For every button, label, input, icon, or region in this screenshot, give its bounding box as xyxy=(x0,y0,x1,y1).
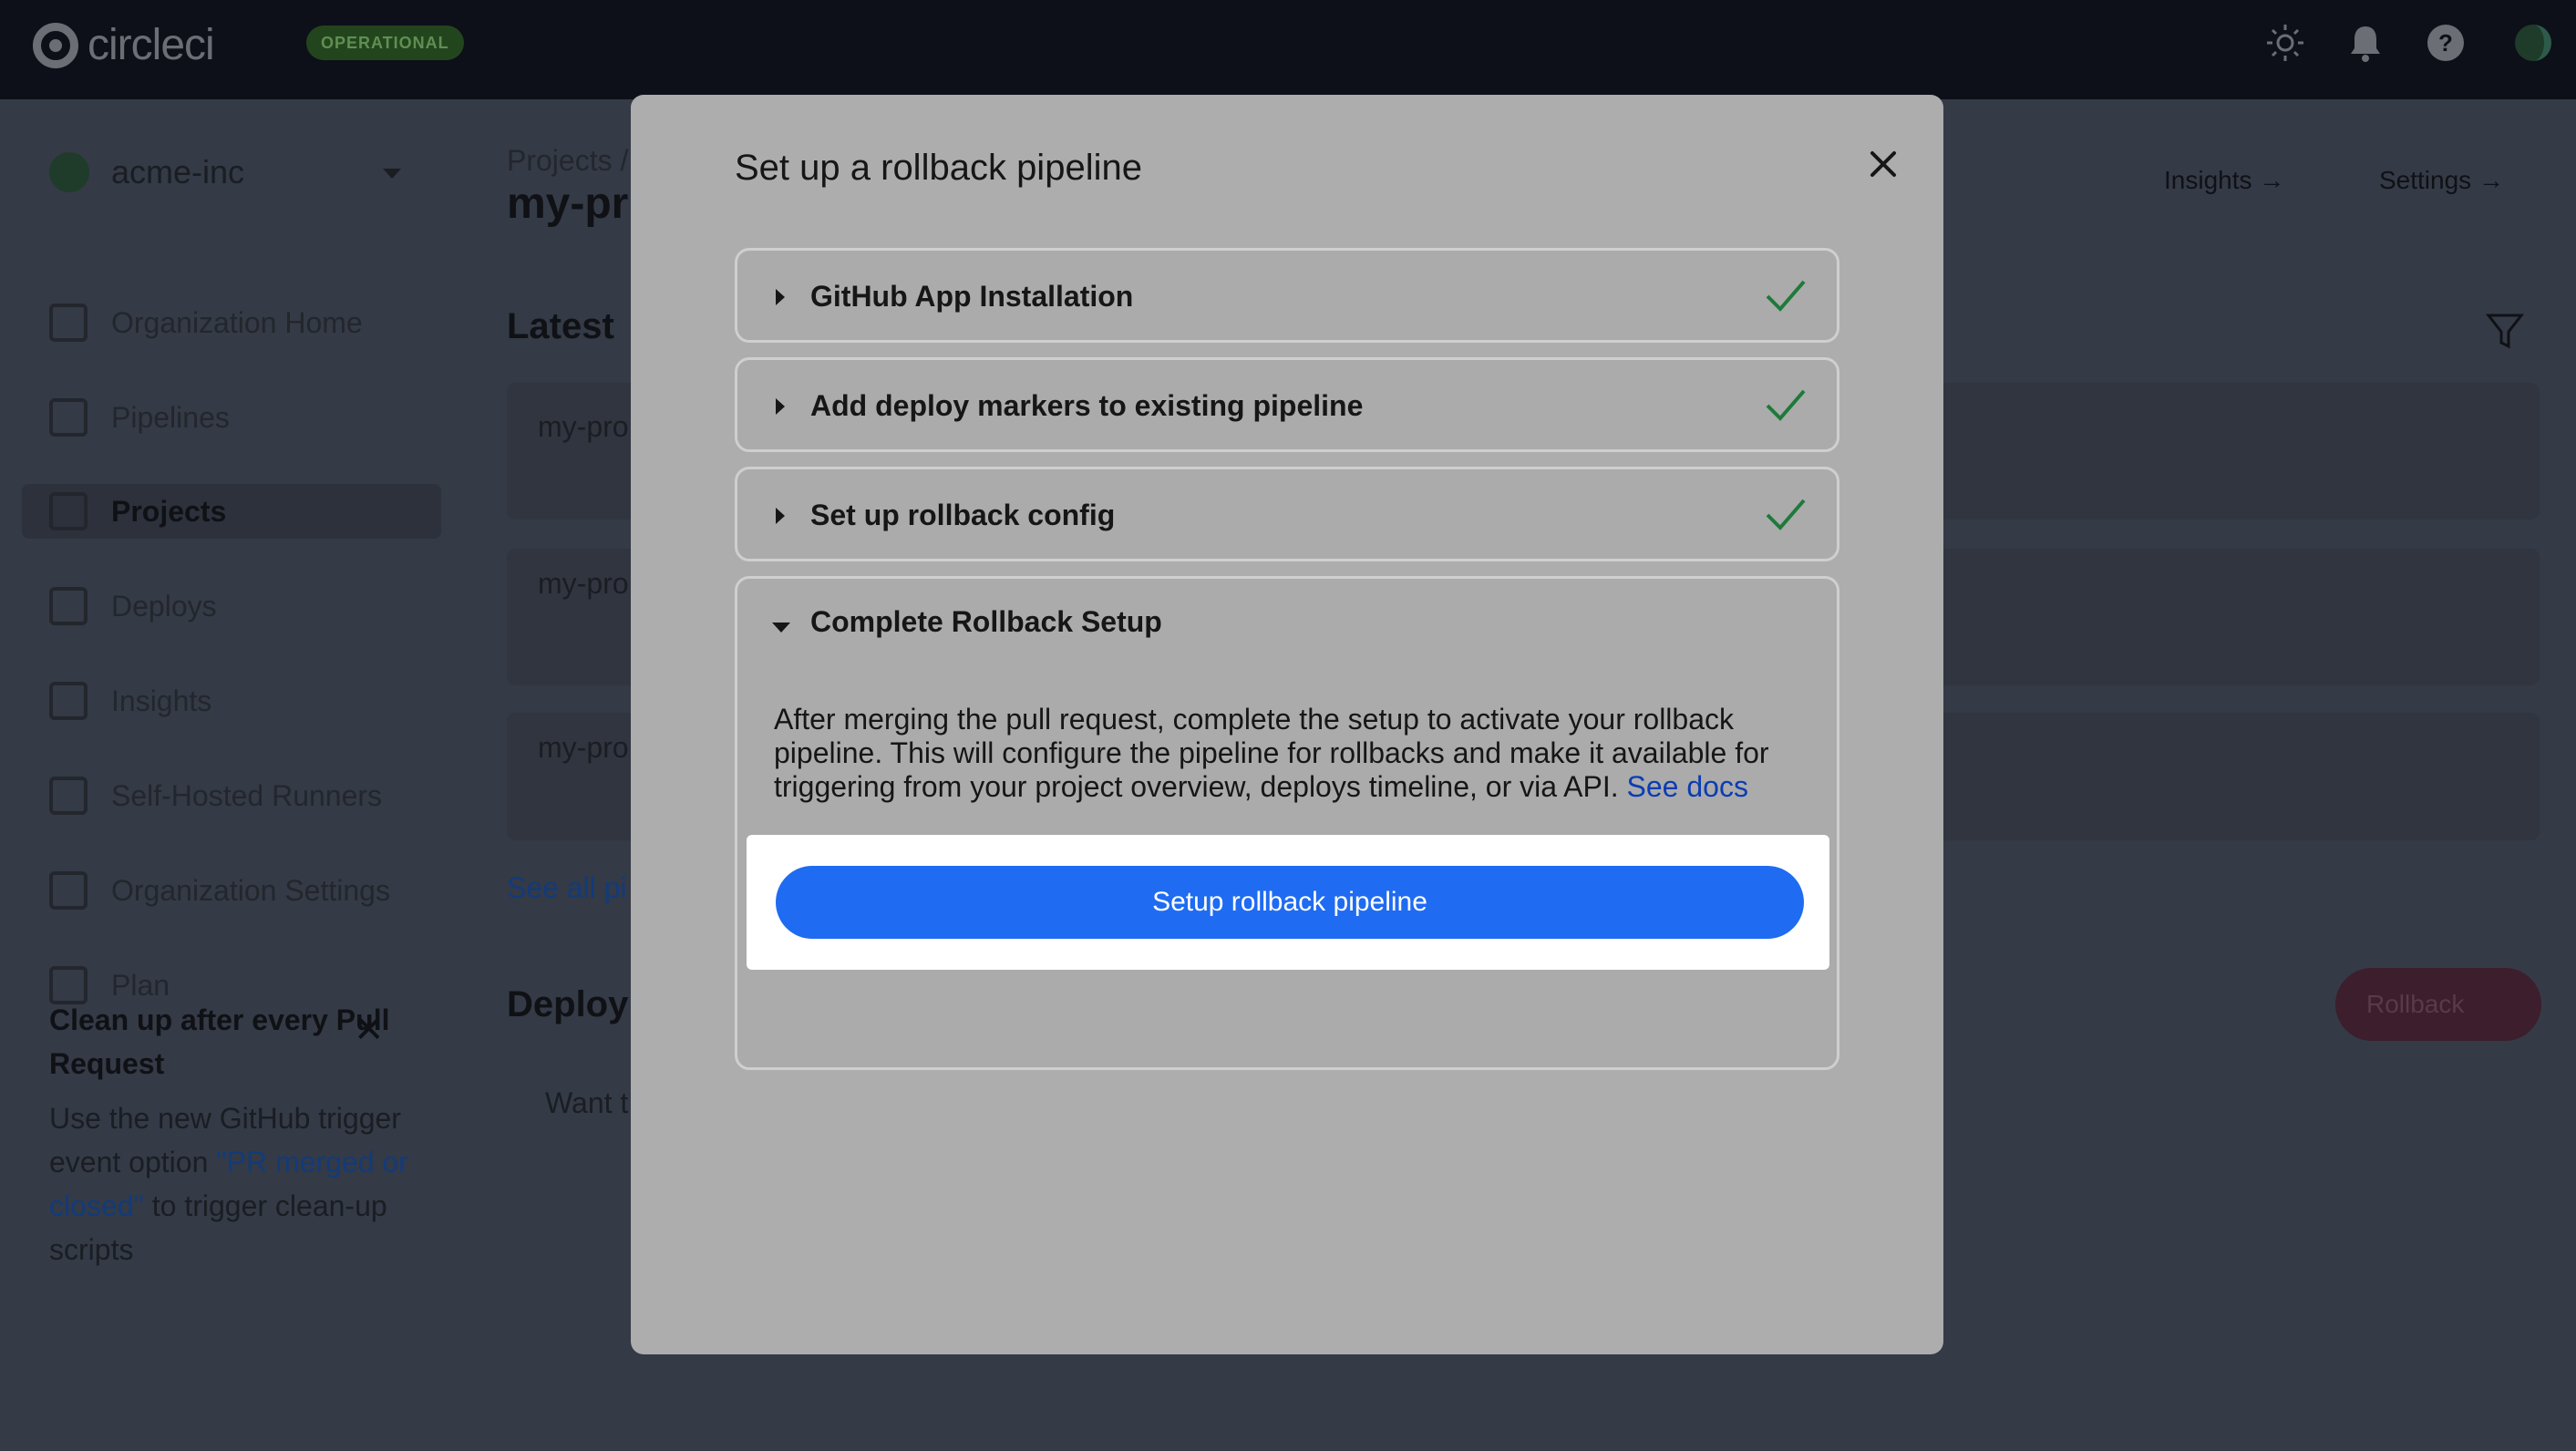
org-avatar xyxy=(49,152,89,192)
breadcrumb[interactable]: Projects / xyxy=(507,144,628,178)
accordion-rollback-config[interactable]: Set up rollback config xyxy=(735,467,1839,561)
sidebar-item-organization-home[interactable]: Organization Home xyxy=(49,295,363,350)
setup-rollback-pipeline-button[interactable]: Setup rollback pipeline xyxy=(776,866,1804,939)
projects-icon xyxy=(49,492,88,530)
chevron-right-icon xyxy=(776,398,785,415)
circleci-logo[interactable]: circleci xyxy=(33,20,215,70)
accordion-title: GitHub App Installation xyxy=(810,280,1134,313)
insights-link[interactable]: Insights → xyxy=(2164,166,2284,195)
pipelines-icon xyxy=(49,398,88,437)
logo-text: circleci xyxy=(88,21,215,69)
sidebar-item-label: Projects xyxy=(111,494,227,528)
deploys-heading: Deploy xyxy=(507,984,629,1024)
promo-body: Use the new GitHub trigger event option … xyxy=(49,1096,432,1271)
sidebar-item-projects[interactable]: Projects xyxy=(22,484,441,539)
settings-link[interactable]: Settings → xyxy=(2379,166,2504,195)
deploys-icon xyxy=(49,587,88,625)
description-text: After merging the pull request, complete… xyxy=(774,703,1769,803)
top-bar: circleci OPERATIONAL ? xyxy=(0,0,2576,99)
sidebar-item-insights[interactable]: Insights xyxy=(49,674,211,728)
avatar[interactable] xyxy=(2510,20,2556,66)
chevron-right-icon xyxy=(776,289,785,305)
see-all-link[interactable]: See all pi xyxy=(507,871,627,905)
page-title: my-pr xyxy=(507,180,629,228)
latest-heading: Latest xyxy=(507,306,614,346)
status-badge[interactable]: OPERATIONAL xyxy=(306,26,464,60)
chevron-down-icon[interactable] xyxy=(772,623,790,633)
accordion-complete-setup: Complete Rollback Setup After merging th… xyxy=(735,576,1839,1070)
see-docs-link[interactable]: See docs xyxy=(1627,770,1748,803)
card-title: my-pro xyxy=(538,410,629,443)
runners-icon xyxy=(49,777,88,815)
sidebar-item-self-hosted-runners[interactable]: Self-Hosted Runners xyxy=(49,768,382,823)
help-icon[interactable]: ? xyxy=(2423,20,2468,66)
card-title: my-pro xyxy=(538,567,629,600)
accordion-github-app[interactable]: GitHub App Installation xyxy=(735,248,1839,343)
rollback-button[interactable]: Rollback xyxy=(2335,968,2541,1041)
check-icon xyxy=(1764,386,1808,430)
sidebar-item-label: Plan xyxy=(111,968,170,1002)
org-switcher[interactable]: acme-inc xyxy=(49,152,244,192)
check-icon xyxy=(1764,495,1808,540)
sun-icon[interactable] xyxy=(2262,20,2308,66)
svg-text:?: ? xyxy=(2438,29,2453,57)
circleci-logo-icon xyxy=(33,22,78,68)
sidebar-item-pipelines[interactable]: Pipelines xyxy=(49,390,230,445)
accordion-title: Add deploy markers to existing pipeline xyxy=(810,389,1364,422)
accordion-deploy-markers[interactable]: Add deploy markers to existing pipeline xyxy=(735,357,1839,452)
card-title: my-pro xyxy=(538,731,629,764)
deploys-text: Want t xyxy=(545,1086,629,1119)
check-icon xyxy=(1764,276,1808,321)
sidebar-item-label: Organization Home xyxy=(111,305,363,339)
accordion-title: Set up rollback config xyxy=(810,499,1116,531)
button-highlight: Setup rollback pipeline xyxy=(747,835,1829,970)
filter-icon[interactable] xyxy=(2485,312,2525,356)
sidebar-item-label: Insights xyxy=(111,684,212,717)
insights-icon xyxy=(49,682,88,720)
close-icon[interactable] xyxy=(1858,139,1909,190)
rollback-modal: Set up a rollback pipeline GitHub App In… xyxy=(631,95,1943,1354)
accordion-title[interactable]: Complete Rollback Setup xyxy=(810,605,1162,639)
home-icon xyxy=(49,304,88,342)
sidebar-item-organization-settings[interactable]: Organization Settings xyxy=(49,863,390,918)
sidebar-item-deploys[interactable]: Deploys xyxy=(49,579,217,633)
setup-description: After merging the pull request, complete… xyxy=(774,703,1822,804)
sidebar-item-label: Deploys xyxy=(111,589,217,623)
gear-icon xyxy=(49,871,88,910)
close-icon[interactable]: ✕ xyxy=(354,1009,385,1051)
sidebar-item-label: Organization Settings xyxy=(111,873,390,907)
chevron-down-icon[interactable] xyxy=(383,169,401,179)
sidebar-item-label: Pipelines xyxy=(111,400,230,434)
sidebar-item-label: Self-Hosted Runners xyxy=(111,778,383,812)
modal-title: Set up a rollback pipeline xyxy=(735,148,1142,188)
org-name: acme-inc xyxy=(111,153,245,190)
bell-icon[interactable] xyxy=(2343,20,2388,66)
chevron-right-icon xyxy=(776,508,785,524)
